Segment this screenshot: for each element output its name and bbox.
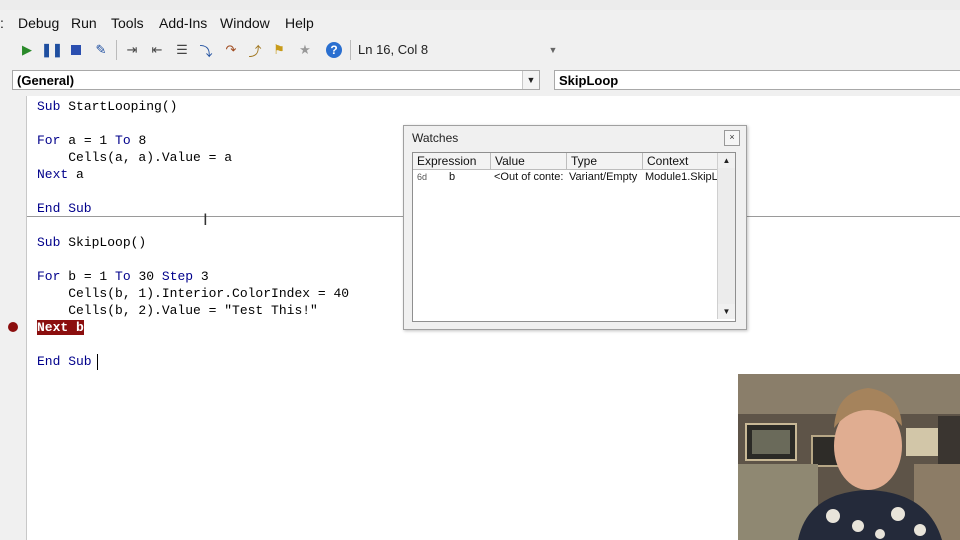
close-icon[interactable]: ×	[724, 130, 740, 146]
code-line: Cells(b, 1).Interior.ColorIndex = 40	[37, 286, 350, 301]
watches-list[interactable]: Expression Value Type Context 6d b <Out …	[412, 152, 736, 322]
help-icon[interactable]: ?	[325, 41, 343, 59]
watches-title: Watches	[412, 131, 459, 145]
code-text: b = 1	[68, 269, 108, 284]
menu-run[interactable]: Run	[71, 15, 97, 31]
reset-icon[interactable]	[67, 41, 85, 59]
code-line: End Sub	[37, 201, 92, 216]
code-line: For b = 1 To 30 Step 3	[37, 268, 209, 285]
standard-toolbar: ▶ ❚❚ ✎ ⇥ ⇤ ☰ ⤵ ↷ ⤴ ⚑ ★ ? Ln 16, Col 8 ▼	[0, 36, 960, 65]
code-text: SkipLoop()	[68, 235, 147, 250]
code-line: Cells(a, a).Value = a	[37, 150, 233, 165]
code-line: Next a	[37, 166, 84, 183]
menu-window[interactable]: Window	[220, 15, 270, 31]
text-caret	[97, 354, 98, 370]
scroll-down-icon[interactable]: ▼	[718, 304, 735, 319]
menu-edge: :	[0, 15, 4, 31]
watches-header: Expression Value Type Context	[413, 153, 717, 170]
ibeam-cursor-icon: I	[203, 210, 208, 229]
code-text: StartLooping()	[68, 99, 178, 114]
chevron-down-icon: ▼	[522, 71, 539, 89]
code-line: Cells(b, 2).Value = "Test This!"	[37, 303, 318, 318]
code-text: 8	[138, 133, 147, 148]
breakpoint-icon[interactable]	[8, 322, 18, 332]
code-text: a	[76, 167, 84, 182]
step-over-icon[interactable]: ↷	[222, 41, 240, 59]
keyword: Step	[161, 269, 194, 284]
keyword: Sub	[37, 99, 61, 114]
favorite-icon[interactable]: ★	[296, 41, 314, 59]
design-mode-icon[interactable]: ✎	[92, 41, 110, 59]
procedure-dropdown[interactable]: SkipLoop	[554, 70, 960, 90]
presenter-video	[738, 374, 960, 540]
menu-debug[interactable]: Debug	[18, 15, 59, 31]
menu-tools[interactable]: Tools	[111, 15, 144, 31]
toolbar-options-icon[interactable]: ▼	[544, 41, 562, 59]
code-line: Sub StartLooping()	[37, 98, 177, 115]
watch-type: Variant/Empty	[569, 171, 638, 183]
vertical-scrollbar[interactable]: ▲ ▼	[717, 153, 735, 319]
watch-glasses-icon: 6d	[417, 172, 428, 182]
keyword: Sub	[37, 235, 61, 250]
menu-help[interactable]: Help	[285, 15, 314, 31]
outdent-icon[interactable]: ⇤	[148, 41, 166, 59]
bookmark-icon[interactable]: ⚑	[270, 41, 288, 59]
webcam-overlay	[738, 374, 960, 540]
keyword: Next	[37, 167, 69, 182]
object-dropdown-value: (General)	[17, 73, 75, 88]
scroll-up-icon[interactable]: ▲	[718, 153, 735, 168]
keyword: For	[37, 133, 61, 148]
step-into-icon[interactable]: ⤵	[197, 41, 215, 59]
column-context[interactable]: Context	[643, 153, 717, 169]
code-text: 30	[138, 269, 155, 284]
code-window-header: (General) ▼ SkipLoop	[0, 64, 960, 97]
keyword: To	[115, 133, 131, 148]
run-icon[interactable]: ▶	[18, 41, 36, 59]
toggle-breakpoint-icon[interactable]: ☰	[173, 41, 191, 59]
step-out-icon[interactable]: ⤴	[246, 41, 264, 59]
column-expression[interactable]: Expression	[413, 153, 491, 169]
keyword: To	[115, 269, 131, 284]
menu-bar: : Debug Run Tools Add-Ins Window Help	[0, 10, 960, 36]
window-title-bar	[0, 0, 960, 10]
breakpoint-highlight: Next b	[37, 320, 84, 335]
breakpoint-line: Next b	[37, 319, 84, 336]
object-dropdown[interactable]: (General) ▼	[12, 70, 540, 90]
code-line: End Sub	[37, 354, 92, 369]
watch-expression: b	[449, 171, 456, 183]
indent-icon[interactable]: ⇥	[123, 41, 141, 59]
code-text: a = 1	[68, 133, 108, 148]
watch-value: <Out of conte:	[494, 171, 564, 183]
keyword: For	[37, 269, 61, 284]
column-type[interactable]: Type	[567, 153, 643, 169]
watch-row[interactable]: 6d b <Out of conte: Variant/Empty Module…	[413, 170, 717, 185]
margin-indicator-bar[interactable]	[0, 96, 27, 540]
code-text: 3	[200, 269, 209, 284]
watches-window[interactable]: Watches × Expression Value Type Context …	[403, 125, 747, 330]
watch-context: Module1.SkipL	[645, 171, 717, 183]
menu-add-ins[interactable]: Add-Ins	[159, 15, 207, 31]
column-value[interactable]: Value	[491, 153, 567, 169]
code-line: For a = 1 To 8	[37, 132, 146, 149]
code-line: Sub SkipLoop()	[37, 234, 146, 251]
procedure-dropdown-value: SkipLoop	[559, 73, 619, 88]
cursor-position-status: Ln 16, Col 8	[358, 42, 429, 57]
break-icon[interactable]: ❚❚	[41, 41, 63, 59]
